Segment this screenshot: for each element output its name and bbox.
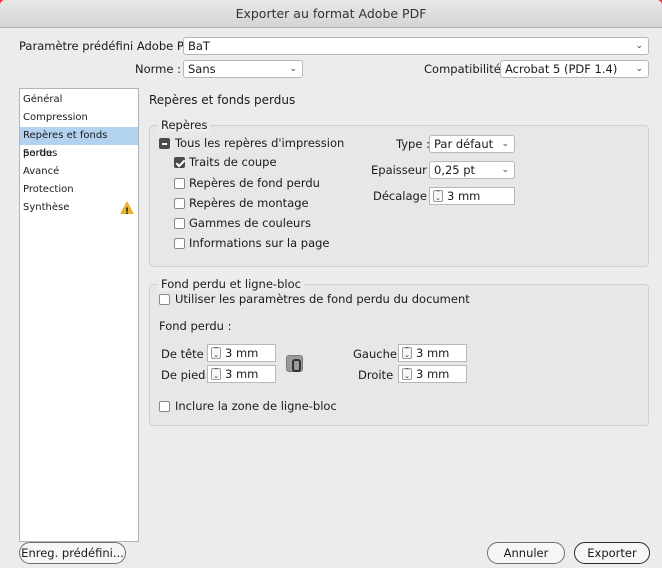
sidebar-item-label: Sortie: [23, 148, 53, 159]
chevron-down-icon: ⌄: [635, 41, 643, 51]
bleed-marks-checkbox[interactable]: [174, 178, 185, 189]
gauche-stepper[interactable]: ⌃ ⌄ 3 mm: [398, 344, 467, 362]
droite-stepper[interactable]: ⌃ ⌄ 3 mm: [398, 365, 467, 383]
use-doc-bleed-label: Utiliser les paramètres de fond perdu du…: [175, 292, 470, 306]
norme-value: Sans: [188, 62, 216, 76]
epaisseur-label: Epaisseur :: [371, 163, 435, 177]
registration-marks-checkbox[interactable]: [174, 198, 185, 209]
epaisseur-select[interactable]: 0,25 pt ⌄: [429, 161, 515, 179]
slug-label: Inclure la zone de ligne-bloc: [175, 399, 337, 413]
chevron-down-icon: ⌄: [289, 64, 297, 74]
preset-select[interactable]: BaT ⌄: [183, 37, 649, 55]
all-marks-label: Tous les repères d'impression: [175, 136, 345, 150]
sidebar-item-protection[interactable]: Protection: [20, 181, 138, 199]
type-select[interactable]: Par défaut ⌄: [429, 135, 515, 153]
crop-marks-checkbox[interactable]: [174, 157, 185, 168]
sidebar-item-label: Synthèse: [23, 202, 70, 213]
pied-label: De pied :: [161, 368, 213, 382]
export-pdf-dialog: Exporter au format Adobe PDF Paramètre p…: [0, 0, 662, 568]
epaisseur-value: 0,25 pt: [434, 163, 476, 177]
all-marks-checkbox[interactable]: [159, 138, 170, 149]
pied-stepper[interactable]: ⌃ ⌄ 3 mm: [207, 365, 276, 383]
chevron-down-icon: ⌄: [501, 139, 509, 149]
color-bars-checkbox[interactable]: [174, 218, 185, 229]
cancel-button[interactable]: Annuler: [487, 542, 565, 564]
preset-value: BaT: [188, 39, 210, 53]
sidebar-item-synthese[interactable]: Synthèse !: [20, 199, 138, 217]
crop-marks-label: Traits de coupe: [189, 155, 277, 169]
link-icon[interactable]: [286, 355, 303, 372]
chevron-down-icon: ⌄: [501, 165, 509, 175]
warning-icon: !: [120, 201, 134, 217]
stepper-arrows-icon[interactable]: ⌃ ⌄: [433, 190, 443, 202]
droite-label: Droite :: [358, 368, 401, 382]
compat-value: Acrobat 5 (PDF 1.4): [505, 62, 618, 76]
sidebar-item-label: Général: [23, 94, 63, 105]
type-value: Par défaut: [434, 137, 494, 151]
save-preset-button[interactable]: Enreg. prédéfini...: [19, 542, 126, 564]
norme-label: Norme :: [135, 62, 181, 76]
stepper-arrows-icon[interactable]: ⌃ ⌄: [211, 347, 221, 359]
reperes-title: Repères: [158, 118, 211, 132]
gauche-value: 3 mm: [416, 346, 450, 360]
droite-value: 3 mm: [416, 367, 450, 381]
fond-title: Fond perdu et ligne-bloc: [158, 277, 304, 291]
sidebar-item-compression[interactable]: Compression: [20, 109, 138, 127]
chevron-down-icon: ⌄: [635, 64, 643, 74]
decalage-label: Décalage :: [373, 189, 435, 203]
bleed-marks-label: Repères de fond perdu: [189, 176, 320, 190]
section-title: Repères et fonds perdus: [149, 93, 296, 107]
sidebar-item-general[interactable]: Général: [20, 91, 138, 109]
sidebar-item-avance[interactable]: Avancé: [20, 163, 138, 181]
norme-select[interactable]: Sans ⌄: [183, 60, 303, 78]
preset-label: Paramètre prédéfini Adobe PDF :: [19, 39, 207, 53]
use-doc-bleed-checkbox[interactable]: [159, 294, 170, 305]
slug-checkbox[interactable]: [159, 401, 170, 412]
tete-label: De tête :: [161, 347, 212, 361]
type-label: Type :: [396, 137, 430, 151]
export-button[interactable]: Exporter: [574, 542, 650, 564]
decalage-value: 3 mm: [447, 189, 481, 203]
decalage-stepper[interactable]: ⌃ ⌄ 3 mm: [429, 187, 515, 205]
sidebar-item-label: Compression: [23, 112, 88, 123]
fond-perdu-label: Fond perdu :: [159, 319, 232, 333]
page-info-label: Informations sur la page: [189, 236, 330, 250]
stepper-arrows-icon[interactable]: ⌃ ⌄: [402, 368, 412, 380]
sidebar-item-reperes[interactable]: Repères et fonds perdus: [20, 127, 138, 159]
compat-label: Compatibilité :: [424, 62, 509, 76]
sidebar-item-label: Protection: [23, 184, 74, 195]
tete-value: 3 mm: [225, 346, 259, 360]
stepper-arrows-icon[interactable]: ⌃ ⌄: [211, 368, 221, 380]
page-info-checkbox[interactable]: [174, 238, 185, 249]
color-bars-label: Gammes de couleurs: [189, 216, 312, 230]
registration-marks-label: Repères de montage: [189, 196, 309, 210]
sidebar-item-label: Avancé: [23, 166, 60, 177]
tete-stepper[interactable]: ⌃ ⌄ 3 mm: [207, 344, 276, 362]
stepper-arrows-icon[interactable]: ⌃ ⌄: [402, 347, 412, 359]
gauche-label: Gauche :: [353, 347, 405, 361]
sidebar-item-sortie[interactable]: Sortie: [20, 145, 138, 163]
pied-value: 3 mm: [225, 367, 259, 381]
window-title: Exporter au format Adobe PDF: [0, 0, 662, 28]
sidebar: Général Compression Repères et fonds per…: [19, 88, 139, 542]
compat-select[interactable]: Acrobat 5 (PDF 1.4) ⌄: [500, 60, 649, 78]
